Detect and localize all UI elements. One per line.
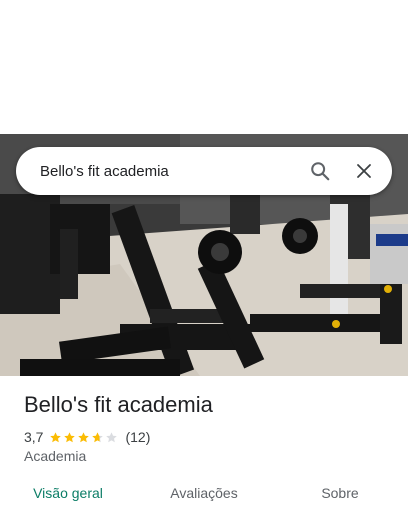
place-category: Academia xyxy=(24,448,87,464)
rating-row[interactable]: 3,7 (12) xyxy=(24,428,150,446)
star-icon xyxy=(64,431,76,442)
rating-value: 3,7 xyxy=(24,429,44,445)
star-icon xyxy=(92,431,104,442)
search-input[interactable]: Bello's fit academia xyxy=(40,163,300,180)
map-area-blank xyxy=(0,0,408,134)
place-title: Bello's fit academia xyxy=(24,392,213,417)
reviews-count: (12) xyxy=(125,429,151,445)
search-icon[interactable] xyxy=(300,151,340,191)
star-icon xyxy=(50,431,62,442)
tab-overview[interactable]: Visão geral xyxy=(0,476,136,510)
tab-about[interactable]: Sobre xyxy=(272,476,408,510)
star-icon xyxy=(106,431,118,442)
star-rating xyxy=(49,431,119,444)
star-icon xyxy=(78,431,90,442)
tab-reviews[interactable]: Avaliações xyxy=(136,476,272,510)
search-bar[interactable]: Bello's fit academia xyxy=(16,147,392,195)
place-tabs: Visão geral Avaliações Sobre xyxy=(0,476,408,510)
close-icon[interactable] xyxy=(344,151,384,191)
